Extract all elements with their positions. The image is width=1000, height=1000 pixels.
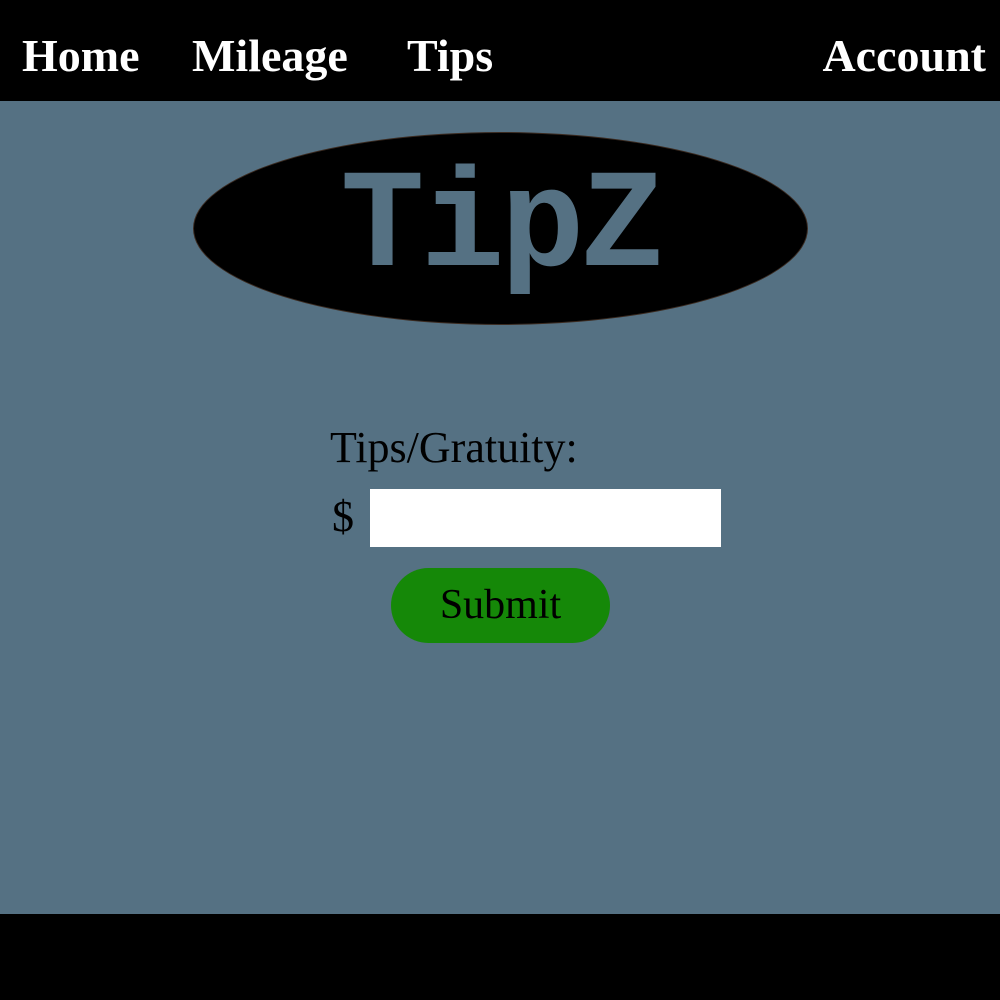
- tips-gratuity-label: Tips/Gratuity:: [330, 423, 578, 472]
- tipz-logo: TipZ: [193, 132, 808, 325]
- nav-mileage-link[interactable]: Mileage: [192, 28, 348, 84]
- submit-button[interactable]: Submit: [391, 568, 610, 643]
- nav-tips-link[interactable]: Tips: [407, 28, 493, 84]
- footer-bar: [0, 914, 1000, 1000]
- main-content: TipZ Tips/Gratuity: $ Submit: [0, 101, 1000, 914]
- tips-page: Home Mileage Tips Account TipZ Tips/Grat…: [0, 0, 1000, 1000]
- logo-text: TipZ: [340, 149, 664, 308]
- nav-home-link[interactable]: Home: [22, 28, 140, 84]
- dollar-sign: $: [332, 492, 354, 541]
- tip-amount-input[interactable]: [370, 489, 721, 547]
- top-navbar: Home Mileage Tips Account: [0, 0, 1000, 101]
- nav-account-link[interactable]: Account: [822, 28, 986, 84]
